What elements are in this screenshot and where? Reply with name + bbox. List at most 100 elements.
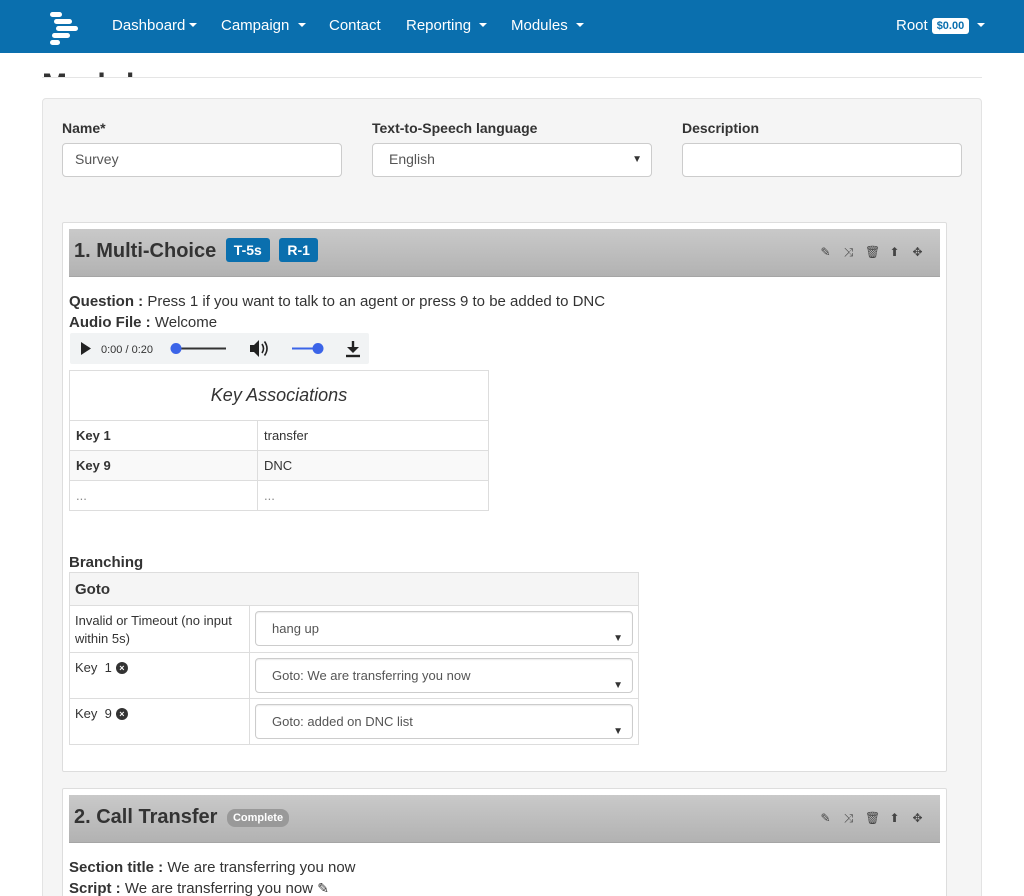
nav-campaign[interactable]: Campaign (221, 17, 306, 34)
nav-campaign-label: Campaign (221, 17, 290, 34)
description-input[interactable] (682, 143, 962, 177)
name-input[interactable]: Survey (62, 143, 342, 177)
branch-invalid-select[interactable]: hang up ▼ (255, 611, 633, 646)
trash-icon[interactable]: 🗑 (865, 811, 880, 826)
value-cell: transfer (257, 420, 489, 451)
status-badge: Complete (226, 809, 290, 827)
nav-reporting-label: Reporting (406, 17, 472, 34)
select-arrow-icon: ▼ (613, 633, 623, 644)
table-row: Key 9 × Goto: added on DNC list ▼ (69, 698, 639, 745)
section-tools: ✎ ⤨ 🗑 ⬆ ✥ (819, 245, 924, 260)
retry-tag: R-1 (279, 238, 318, 262)
branch-label: Key 1 (75, 660, 112, 675)
audio-file-line: Audio File : Welcome (69, 314, 217, 331)
page-title-clipped: Modul (42, 60, 982, 78)
section-title: 2. Call Transfer Complete (74, 806, 290, 829)
section-title-line: Section title : We are transferring you … (69, 859, 356, 876)
value-cell: DNC (257, 450, 489, 481)
branch-label-cell: Key 9 × (69, 698, 250, 745)
audio-seek-knob[interactable] (170, 343, 182, 354)
table-row: Key 9 DNC (69, 450, 489, 481)
value-cell: ... (257, 480, 489, 511)
branch-label-cell: Key 1 × (69, 652, 250, 699)
branch-select-cell: hang up ▼ (249, 605, 639, 653)
page-title: Modul (42, 68, 135, 77)
name-label: Name* (62, 120, 106, 136)
audio-file-label: Audio File : (69, 314, 151, 331)
branch-key9-select[interactable]: Goto: added on DNC list ▼ (255, 704, 633, 739)
volume-knob[interactable] (312, 343, 324, 354)
arrow-up-circle-icon[interactable]: ⬆ (888, 811, 901, 826)
goto-header: Goto (69, 572, 639, 606)
nav-contact[interactable]: Contact (329, 17, 381, 34)
audio-time: 0:00 / 0:20 (101, 344, 153, 356)
section-title-text: 1. Multi-Choice (74, 240, 217, 262)
nav-reporting[interactable]: Reporting (406, 17, 488, 34)
nav-modules-label: Modules (511, 17, 568, 34)
section-tools: ✎ ⤨ 🗑 ⬆ ✥ (819, 811, 924, 826)
name-input-value: Survey (75, 151, 119, 167)
branch-label: Invalid or Timeout (no input within 5s) (69, 605, 250, 653)
download-icon[interactable] (346, 341, 360, 358)
key-associations-title: Key Associations (69, 370, 489, 421)
remove-circle-icon[interactable]: × (115, 662, 128, 674)
balance-badge: $0.00 (931, 18, 970, 34)
nav-modules[interactable]: Modules (511, 17, 584, 34)
branch-key1-select[interactable]: Goto: We are transferring you now ▼ (255, 658, 633, 693)
move-icon[interactable]: ✥ (911, 245, 924, 260)
table-row: Invalid or Timeout (no input within 5s) … (69, 605, 639, 653)
branch-select-cell: Goto: added on DNC list ▼ (249, 698, 639, 745)
section-title-text: 2. Call Transfer (74, 806, 218, 828)
caret-down-icon (297, 23, 306, 28)
nav-contact-label: Contact (329, 17, 381, 34)
audio-player: 0:00 / 0:20 (70, 333, 369, 364)
pencil-icon[interactable]: ✎ (819, 811, 832, 826)
section-title-label: Section title : (69, 859, 164, 876)
nav-user-menu[interactable]: Root $0.00 (896, 17, 986, 35)
section-header-multi-choice: 1. Multi-Choice T-5s R-1 ✎ ⤨ 🗑 ⬆ ✥ (69, 229, 940, 277)
branch-select-value: Goto: added on DNC list (272, 714, 413, 729)
volume-icon[interactable] (250, 340, 268, 357)
table-row: ...... (69, 480, 489, 511)
audio-file-value: Welcome (154, 314, 218, 331)
select-arrow-icon: ▼ (613, 726, 623, 737)
table-row: Key 1 transfer (69, 420, 489, 451)
caret-down-icon (189, 23, 198, 28)
tts-label: Text-to-Speech language (372, 120, 538, 136)
nav-dashboard[interactable]: Dashboard (112, 17, 198, 34)
play-icon[interactable] (81, 342, 91, 355)
top-navbar: Dashboard Campaign Contact Reporting Mod… (0, 0, 1024, 53)
user-name: Root (896, 17, 928, 34)
branch-select-value: Goto: We are transferring you now (272, 668, 471, 683)
key-associations-table: Key Associations Key 1 transfer Key 9 DNC … (69, 370, 489, 511)
nav-dashboard-label: Dashboard (112, 17, 186, 34)
section-title: 1. Multi-Choice T-5s R-1 (74, 238, 318, 264)
remove-circle-icon[interactable]: × (115, 708, 128, 720)
trash-icon[interactable]: 🗑 (865, 245, 880, 260)
select-arrow-icon: ▼ (632, 154, 642, 165)
branching-table: Goto Invalid or Timeout (no input within… (69, 572, 639, 745)
branching-heading: Branching (69, 554, 144, 571)
script-value: We are transferring you now (124, 880, 314, 896)
section-header-call-transfer: 2. Call Transfer Complete ✎ ⤨ 🗑 ⬆ ✥ (69, 795, 940, 843)
tts-select-value: English (389, 151, 435, 167)
question-line: Question : Press 1 if you want to talk t… (69, 293, 605, 310)
brand-logo[interactable] (48, 10, 78, 45)
edit-icon[interactable]: ✎ (317, 880, 329, 896)
arrow-up-circle-icon[interactable]: ⬆ (888, 245, 901, 260)
timeout-tag: T-5s (225, 238, 270, 262)
caret-down-icon (479, 23, 488, 28)
select-arrow-icon: ▼ (613, 680, 623, 691)
audio-controls: 0:00 / 0:20 (81, 340, 360, 358)
tts-language-select[interactable]: English ▼ (372, 143, 652, 177)
move-icon[interactable]: ✥ (911, 811, 924, 826)
key-cell: Key 9 (69, 450, 258, 481)
key-cell: Key 1 (69, 420, 258, 451)
key-cell: ... (69, 480, 258, 511)
shuffle-icon[interactable]: ⤨ (842, 245, 855, 260)
question-label: Question : (69, 293, 144, 310)
caret-down-icon (977, 23, 986, 28)
pencil-icon[interactable]: ✎ (819, 245, 832, 260)
branch-label: Key 9 (75, 706, 112, 721)
shuffle-icon[interactable]: ⤨ (842, 811, 855, 826)
